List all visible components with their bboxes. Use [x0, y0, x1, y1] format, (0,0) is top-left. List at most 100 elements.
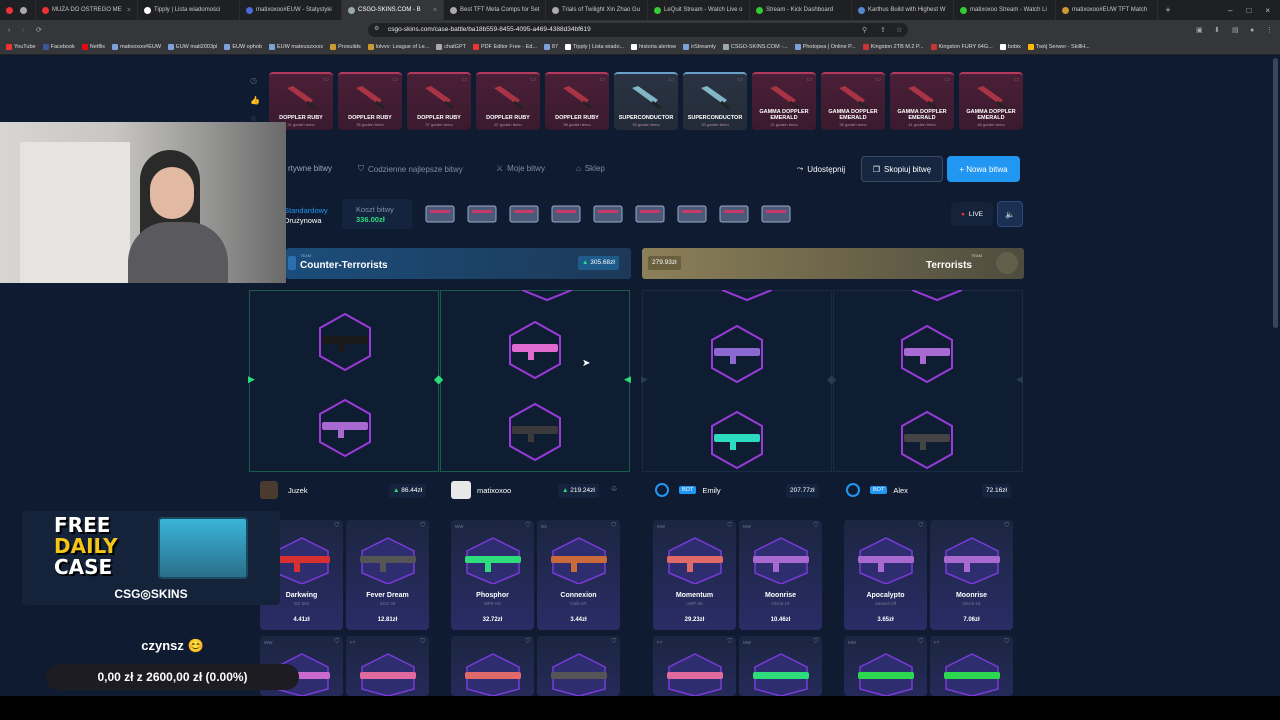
- won-item-card[interactable]: WW ⛉ Phosphor MP5-SD 32.72zł: [451, 520, 534, 630]
- drop-card[interactable]: ▭ GAMMA DOPPLER EMERALD 35 godzin temu: [821, 72, 885, 130]
- case-icon: ▭: [461, 77, 467, 83]
- emoji-icon[interactable]: ☺: [610, 484, 618, 493]
- drop-card[interactable]: ▭ DOPPLER RUBY 37 godzin temu: [407, 72, 471, 130]
- case-thumb[interactable]: [422, 202, 458, 226]
- won-item-card[interactable]: FT ⛉: [346, 636, 429, 696]
- bookmark[interactable]: lolvvv: League of Le...: [367, 44, 429, 50]
- bookmark[interactable]: Kingston 2TB M.2 P...: [862, 44, 924, 50]
- browser-tab[interactable]: Trials of Twilight Xin Zhao Gu: [546, 0, 648, 20]
- browser-tab[interactable]: Tipply | Lista wiadomości: [138, 0, 240, 20]
- minimize-icon[interactable]: –: [1228, 6, 1232, 15]
- bookmark[interactable]: Tipply | Lista wiado...: [565, 44, 624, 50]
- drop-card[interactable]: ▭ SUPERCONDUCTOR 33 godzin temu: [683, 72, 747, 130]
- bookmark[interactable]: 87: [543, 44, 558, 50]
- bookmark[interactable]: matixoxoo#EUW: [112, 44, 161, 50]
- sound-toggle-button[interactable]: 🔈: [997, 201, 1023, 227]
- won-item-card[interactable]: ⛉: [451, 636, 534, 696]
- webcam-person-face: [150, 167, 194, 219]
- won-item-card[interactable]: MW ⛉: [739, 636, 822, 696]
- bookmark[interactable]: Netflix: [81, 44, 105, 50]
- bookmark[interactable]: Photopea | Online P...: [794, 44, 856, 50]
- tab-pinned[interactable]: [0, 0, 36, 20]
- share-page-icon[interactable]: ⇪: [880, 26, 886, 34]
- case-thumb[interactable]: [674, 202, 710, 226]
- case-thumb[interactable]: [548, 202, 584, 226]
- menu-icon[interactable]: ⋮: [1266, 26, 1273, 34]
- browser-tab[interactable]: matixoxoo#EUW - Statystyki: [240, 0, 342, 20]
- bookmark[interactable]: CSGO-SKINS.COM -...: [722, 44, 788, 50]
- bookmark[interactable]: Kingston FURY 64G...: [930, 44, 993, 50]
- won-item-card[interactable]: MW ⛉ Moonrise Glock-18 10.46zł: [739, 520, 822, 630]
- thumbs-up-icon[interactable]: 👍: [250, 96, 260, 105]
- extensions-icon[interactable]: ▣: [1196, 26, 1203, 34]
- bookmark[interactable]: Twój Serwer - SkillH...: [1027, 44, 1090, 50]
- won-item-card[interactable]: BS ⛉ Connexion Galil AR 3.44zł: [537, 520, 620, 630]
- sidebar-icon[interactable]: ▤: [1232, 26, 1239, 34]
- browser-tab[interactable]: LeQuit Stream - Watch Live o: [648, 0, 750, 20]
- forward-icon[interactable]: ›: [22, 27, 24, 34]
- bookmark[interactable]: YouTube: [6, 44, 36, 50]
- bookmark[interactable]: EUW mati2003pl: [168, 44, 217, 50]
- won-item-card[interactable]: ⛉ Moonrise Glock-18 7.06zł: [930, 520, 1013, 630]
- back-icon[interactable]: ‹: [8, 27, 10, 34]
- profile-icon[interactable]: ●: [1250, 27, 1254, 34]
- free-daily-case-banner: FREE DAILY CASE CSG◎SKINS: [22, 511, 280, 605]
- bookmark-star-icon[interactable]: ☆: [896, 26, 902, 34]
- nav-daily-best[interactable]: ⛉ Codzienne najlepsze bitwy: [358, 164, 463, 174]
- case-thumb[interactable]: [506, 202, 542, 226]
- new-battle-button[interactable]: + Nowa bitwa: [947, 156, 1020, 182]
- scrollbar[interactable]: [1273, 58, 1278, 328]
- bookmark[interactable]: PDF Editor Free - Ed...: [472, 44, 537, 50]
- won-item-card[interactable]: MW ⛉ Momentum UMP-45 29.23zł: [653, 520, 736, 630]
- browser-tab[interactable]: Best TFT Meta Comps for Set: [444, 0, 546, 20]
- drop-card[interactable]: ▭ GAMMA DOPPLER EMERALD 41 godzin temu: [890, 72, 954, 130]
- bookmark[interactable]: bobix: [999, 44, 1021, 50]
- bookmark[interactable]: irStreamly: [683, 44, 716, 50]
- won-item-card[interactable]: ⛉ Fever Dream SSG 08 12.81zł: [346, 520, 429, 630]
- case-thumb[interactable]: [590, 202, 626, 226]
- drop-card[interactable]: ▭ DOPPLER RUBY 98 godzin temu: [545, 72, 609, 130]
- case-thumb[interactable]: [716, 202, 752, 226]
- bookmark[interactable]: chatGPT: [436, 44, 466, 50]
- reload-icon[interactable]: ⟳: [36, 26, 42, 34]
- won-item-card[interactable]: FT ⛉: [930, 636, 1013, 696]
- history-icon[interactable]: ◷: [250, 76, 257, 85]
- url-field[interactable]: csgo-skins.com/case-battle/ba18b559-8455…: [368, 23, 908, 37]
- bookmark[interactable]: EUW mateuszxxxx: [268, 44, 323, 50]
- drop-card[interactable]: ▭ DOPPLER RUBY 87 godzin temu: [476, 72, 540, 130]
- drop-card[interactable]: ▭ DOPPLER RUBY 35 godzin temu: [338, 72, 402, 130]
- nav-active-battles[interactable]: rtywne bitwy: [288, 164, 332, 173]
- won-item-card[interactable]: MW ⛉: [844, 636, 927, 696]
- browser-tab-active[interactable]: CSGO-SKINS.COM - B ×: [342, 0, 444, 20]
- browser-tab[interactable]: matixoxoo#EUW TFT Match: [1056, 0, 1158, 20]
- drop-card[interactable]: ▭ GAMMA DOPPLER EMERALD 21 godzin temu: [752, 72, 816, 130]
- bookmark[interactable]: Proxuilds: [330, 44, 361, 50]
- new-tab-button[interactable]: +: [1158, 5, 1178, 15]
- nav-my-battles[interactable]: ⚔ Moje bitwy: [496, 164, 545, 173]
- close-icon[interactable]: ×: [433, 7, 437, 14]
- browser-tab[interactable]: Karthus Build with Highest W: [852, 0, 954, 20]
- maximize-icon[interactable]: □: [1246, 6, 1251, 15]
- case-thumb[interactable]: [632, 202, 668, 226]
- bookmark[interactable]: historia alertow: [631, 44, 676, 50]
- bookmark[interactable]: Facebook: [42, 44, 75, 50]
- browser-tab[interactable]: Stream - Kick Dashboard: [750, 0, 852, 20]
- browser-tab[interactable]: MUZA DO OSTREGO ME ×: [36, 0, 138, 20]
- site-info-icon[interactable]: ⚙: [374, 25, 379, 32]
- drop-card[interactable]: ▭ GAMMA DOPPLER EMERALD 46 godzin temu: [959, 72, 1023, 130]
- copy-battle-button[interactable]: ❐ Skopiuj bitwę: [861, 156, 943, 182]
- drop-card[interactable]: ▭ SUPERCONDUCTOR 33 godzin temu: [614, 72, 678, 130]
- won-item-card[interactable]: ⛉: [537, 636, 620, 696]
- download-icon[interactable]: ⬇: [1214, 26, 1220, 34]
- browser-tab[interactable]: matixoxoo Stream - Watch Li: [954, 0, 1056, 20]
- share-button[interactable]: ⤳ Udostępnij: [788, 156, 854, 182]
- close-window-icon[interactable]: ×: [1265, 6, 1270, 15]
- case-thumb[interactable]: [464, 202, 500, 226]
- bookmark[interactable]: EUW ophob: [224, 44, 262, 50]
- won-item-card[interactable]: FT ⛉: [653, 636, 736, 696]
- case-thumb[interactable]: [758, 202, 794, 226]
- weapon-icon: [858, 653, 914, 696]
- won-item-card[interactable]: ⛉ Apocalypto Sawed-Off 3.65zł: [844, 520, 927, 630]
- nav-shop[interactable]: ⌂ Sklep: [576, 164, 605, 173]
- zoom-icon[interactable]: ⚲: [862, 26, 867, 34]
